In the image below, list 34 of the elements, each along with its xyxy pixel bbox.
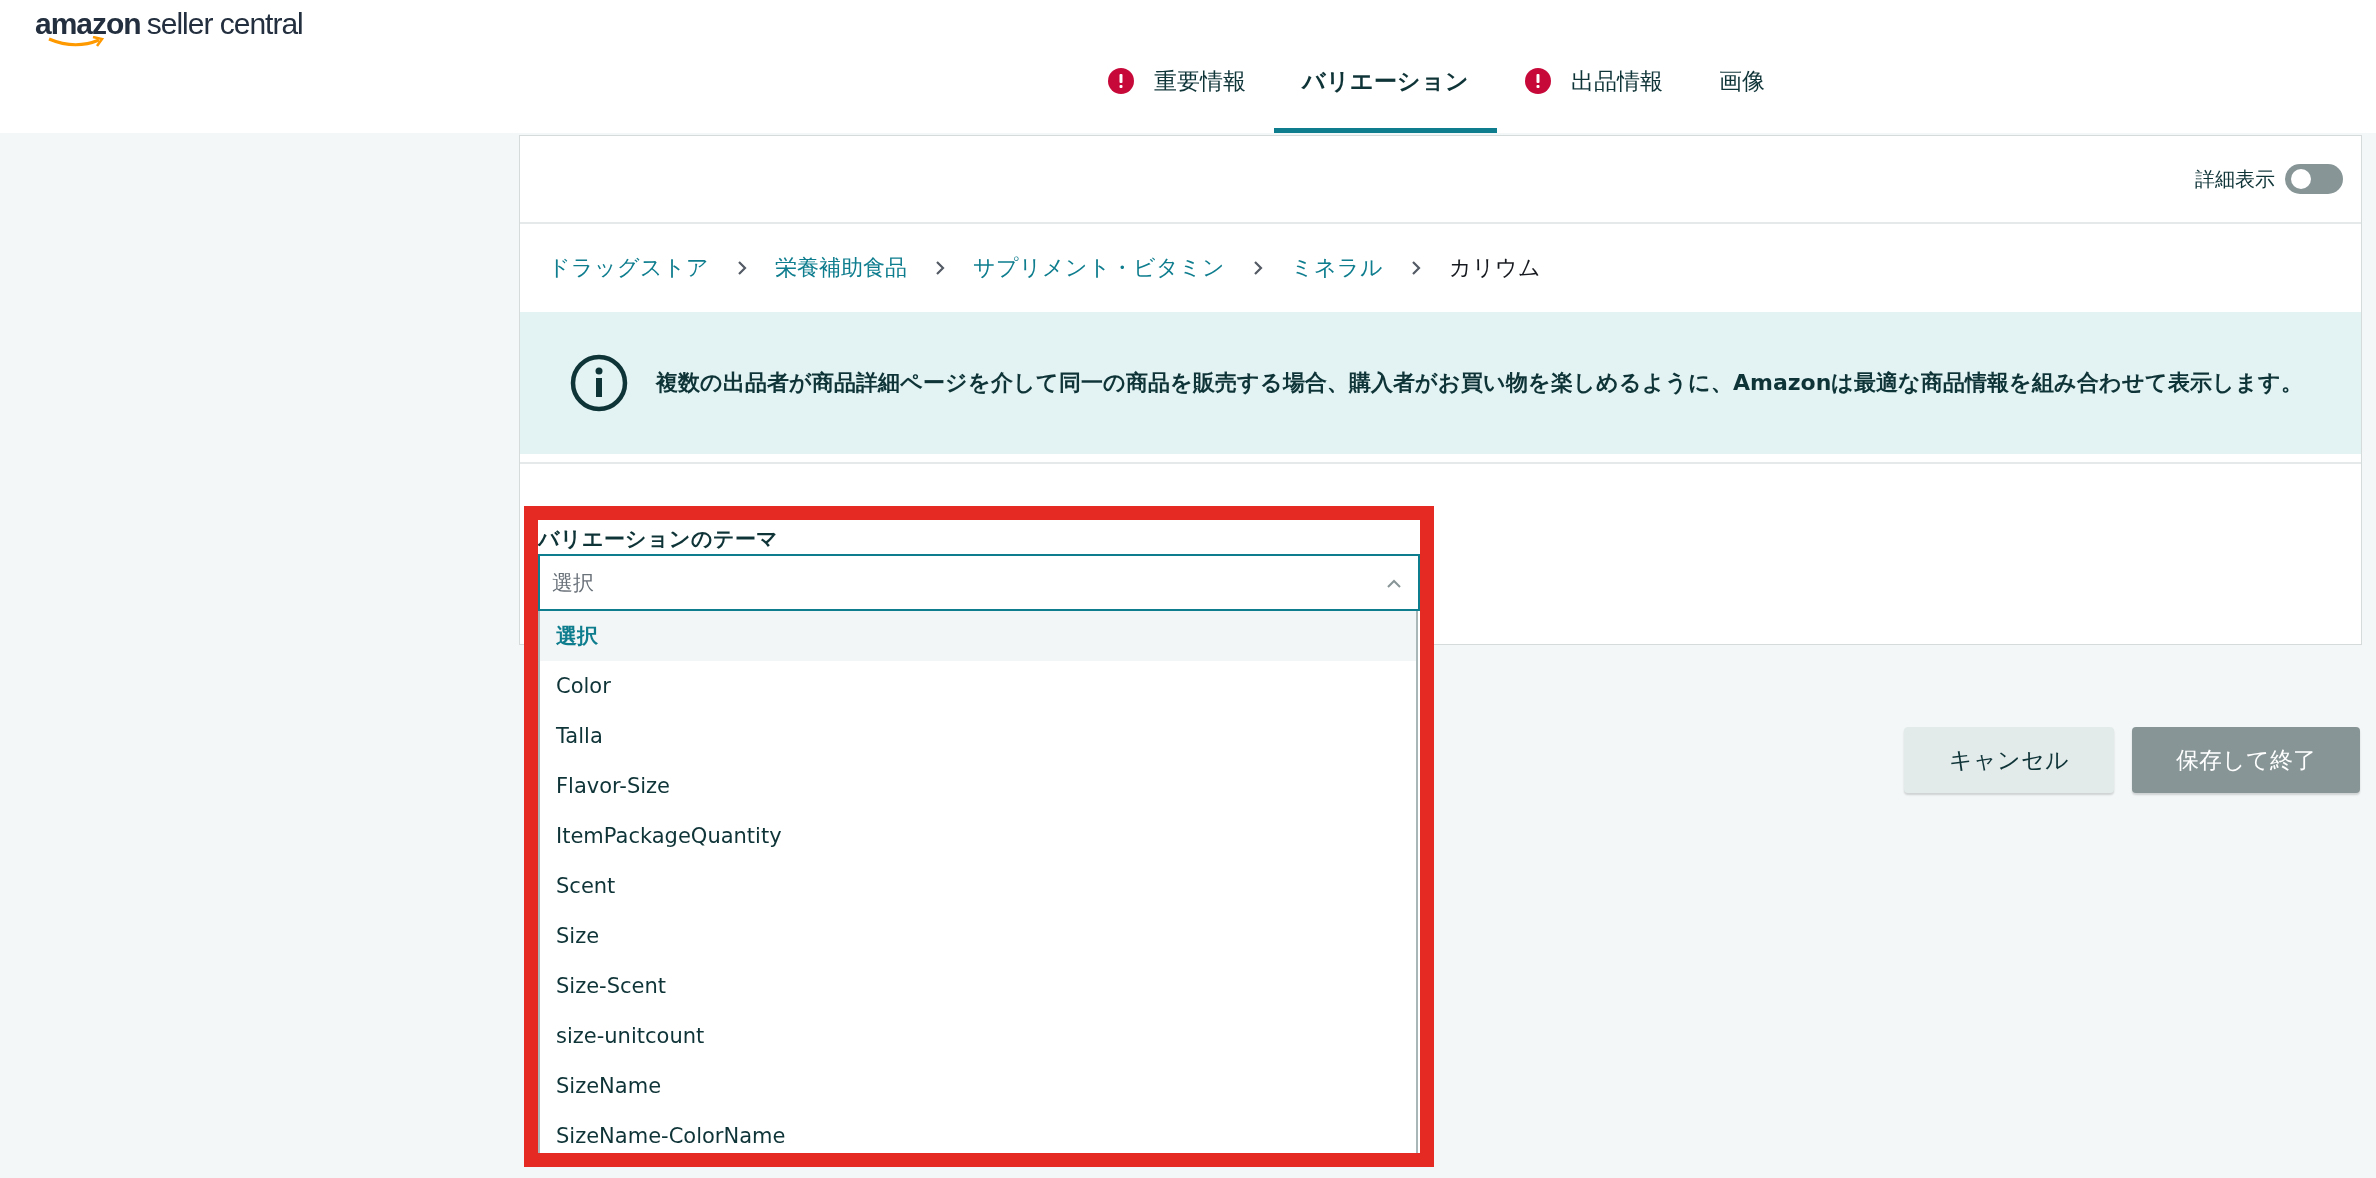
dropdown-option[interactable]: Talla bbox=[540, 711, 1416, 761]
breadcrumb-link[interactable]: ミネラル bbox=[1291, 253, 1383, 283]
toggle-switch[interactable] bbox=[2285, 164, 2343, 194]
select-field[interactable]: 選択 bbox=[538, 554, 1420, 611]
cancel-button[interactable]: キャンセル bbox=[1904, 727, 2114, 793]
alert-icon bbox=[1108, 68, 1134, 94]
logo: amazon seller central bbox=[35, 8, 303, 48]
info-text: 複数の出品者が商品詳細ページを介して同一の商品を販売する場合、購入者がお買い物を楽しめるように、Amazonは最適な商品情報を組み合わせて表示します。 bbox=[656, 369, 2304, 397]
tab[interactable]: 重要情報 bbox=[1080, 50, 1274, 133]
alert-icon bbox=[1525, 68, 1551, 94]
breadcrumb-link[interactable]: ドラッグストア bbox=[548, 253, 709, 283]
chevron-right-icon bbox=[935, 260, 945, 276]
dropdown-option[interactable]: Size bbox=[540, 911, 1416, 961]
toggle-label: 詳細表示 bbox=[2195, 165, 2275, 193]
dropdown-option[interactable]: Size-Scent bbox=[540, 961, 1416, 1011]
breadcrumb-link[interactable]: 栄養補助食品 bbox=[775, 253, 907, 283]
chevron-right-icon bbox=[1253, 260, 1263, 276]
field-label: バリエーションのテーマ bbox=[538, 526, 779, 553]
dropdown-option[interactable]: SizeName bbox=[540, 1061, 1416, 1111]
breadcrumb-link[interactable]: サプリメント・ビタミン bbox=[973, 253, 1225, 283]
dropdown-option[interactable]: Scent bbox=[540, 861, 1416, 911]
dropdown-option[interactable]: 選択 bbox=[540, 611, 1416, 661]
tab[interactable]: 画像 bbox=[1691, 50, 1793, 133]
chevron-right-icon bbox=[1411, 260, 1421, 276]
breadcrumb-current: カリウム bbox=[1449, 254, 1541, 282]
chevron-right-icon bbox=[737, 260, 747, 276]
tab[interactable]: 出品情報 bbox=[1497, 50, 1691, 133]
caret-icon bbox=[1386, 577, 1402, 588]
dropdown-option[interactable]: Color bbox=[540, 661, 1416, 711]
dropdown-option[interactable]: SizeName-ColorName bbox=[540, 1111, 1416, 1153]
dropdown-option[interactable]: Flavor-Size bbox=[540, 761, 1416, 811]
info-icon bbox=[570, 354, 628, 412]
dropdown-option[interactable]: ItemPackageQuantity bbox=[540, 811, 1416, 861]
dropdown-option[interactable]: size-unitcount bbox=[540, 1011, 1416, 1061]
